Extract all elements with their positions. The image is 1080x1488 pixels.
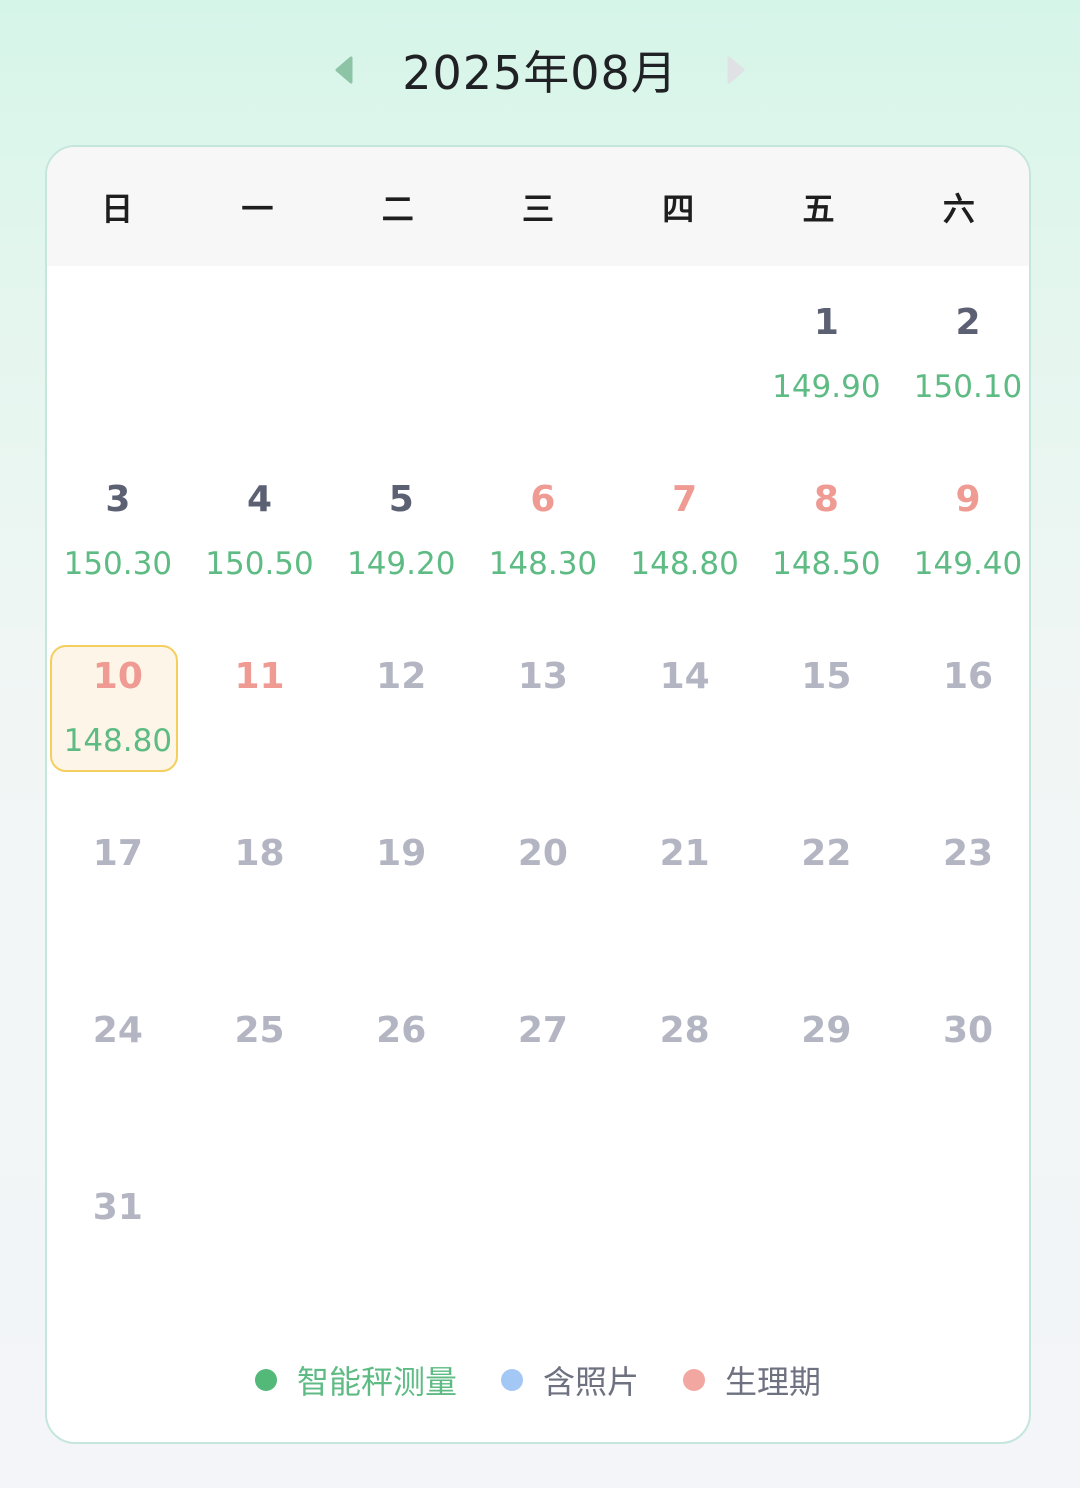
day-number: 27 [517, 1010, 568, 1051]
day-cell[interactable]: 20 [472, 797, 614, 974]
weight-value: 148.50 [772, 546, 881, 582]
weight-value: 149.90 [772, 369, 881, 405]
day-number: 3 [105, 479, 131, 520]
weight-value: 150.30 [63, 546, 173, 582]
day-cell[interactable]: 5 149.20 [330, 443, 472, 620]
weekday-mon: 一 [241, 189, 274, 228]
weekday-header: 日 一 二 三 四 五 六 [47, 147, 1029, 266]
day-cell[interactable]: 13 [472, 620, 614, 797]
day-cell[interactable]: 27 [472, 974, 614, 1151]
day-cell[interactable]: 26 [330, 974, 472, 1151]
weekday-wed: 三 [521, 189, 554, 228]
day-cell[interactable]: 18 [189, 797, 331, 974]
chevron-left-icon [335, 56, 353, 84]
prev-month-button[interactable] [324, 50, 364, 90]
day-cell[interactable]: 23 [897, 797, 1029, 974]
day-number: 28 [659, 1010, 710, 1051]
day-cell[interactable]: 15 [756, 620, 898, 797]
weight-value: 150.10 [913, 369, 1023, 405]
weekday-fri: 五 [802, 189, 835, 228]
day-number: 15 [801, 656, 852, 697]
day-number: 26 [376, 1010, 427, 1051]
legend-label-scale: 智能秤测量 [296, 1363, 457, 1401]
day-cell[interactable]: 8 148.50 [756, 443, 898, 620]
day-number: 18 [234, 833, 285, 874]
day-cell[interactable]: 22 [756, 797, 898, 974]
legend-item-scale: 智能秤测量 [254, 1357, 457, 1403]
day-cell[interactable]: 4 150.50 [189, 443, 331, 620]
weight-value: 150.50 [205, 546, 314, 582]
day-number: 23 [942, 833, 994, 874]
day-number: 25 [234, 1010, 285, 1051]
day-cell[interactable]: 9 149.40 [897, 443, 1029, 620]
day-number: 21 [659, 833, 710, 874]
weight-value: 148.30 [488, 546, 598, 582]
day-number: 7 [672, 479, 698, 520]
weekday-sat: 六 [942, 189, 975, 228]
day-cell[interactable]: 12 [330, 620, 472, 797]
day-cell[interactable]: 28 [614, 974, 756, 1151]
weight-value: 149.40 [913, 546, 1023, 582]
day-number: 31 [92, 1187, 143, 1228]
weight-value: 148.80 [63, 723, 173, 759]
day-cell[interactable]: 7 148.80 [614, 443, 756, 620]
weight-value: 148.80 [630, 546, 739, 582]
day-cell[interactable]: 24 [47, 974, 189, 1151]
legend-item-photo: 含照片 [500, 1357, 639, 1403]
day-number: 6 [530, 479, 556, 520]
day-number: 9 [955, 479, 981, 520]
day-number: 1 [813, 302, 839, 343]
next-month-button[interactable] [716, 50, 756, 90]
legend: 智能秤测量 含照片 生理期 [47, 1357, 1029, 1403]
day-cell[interactable]: 25 [189, 974, 331, 1151]
weekday-tue: 二 [381, 189, 414, 228]
day-cell[interactable]: 6 148.30 [472, 443, 614, 620]
day-number: 13 [517, 656, 568, 697]
legend-dot-scale [254, 1369, 277, 1391]
legend-dot-photo [500, 1369, 523, 1391]
month-header: 2025年08月 [0, 30, 1080, 110]
weekday-thu: 四 [662, 189, 695, 228]
day-number: 14 [659, 656, 710, 697]
day-number: 16 [942, 656, 994, 697]
day-number: 4 [247, 479, 273, 520]
day-number: 5 [388, 479, 414, 520]
day-number: 8 [813, 479, 839, 520]
day-number: 17 [92, 833, 143, 874]
legend-dot-period [683, 1369, 705, 1391]
day-number: 30 [942, 1010, 994, 1051]
legend-item-period: 生理期 [683, 1357, 821, 1403]
weekday-sun: 日 [101, 189, 134, 228]
day-cell[interactable]: 16 [897, 620, 1029, 797]
day-cell[interactable]: 19 [330, 797, 472, 974]
day-cell[interactable]: 2 150.10 [897, 266, 1029, 443]
day-number: 2 [955, 302, 981, 343]
day-cell-selected[interactable]: 10 148.80 [47, 620, 189, 797]
day-cell[interactable]: 11 [189, 620, 331, 797]
day-cell[interactable]: 30 [897, 974, 1029, 1151]
chevron-right-icon [727, 56, 745, 84]
legend-label-photo: 含照片 [542, 1363, 639, 1401]
day-cell[interactable]: 1 149.90 [756, 266, 898, 443]
day-number: 11 [234, 656, 285, 697]
day-cell[interactable]: 14 [614, 620, 756, 797]
day-cell[interactable]: 31 [47, 1151, 189, 1328]
day-cell[interactable]: 21 [614, 797, 756, 974]
day-cell[interactable]: 17 [47, 797, 189, 974]
day-number: 24 [92, 1010, 143, 1051]
month-title: 2025年08月 [402, 46, 678, 100]
day-number: 10 [92, 656, 143, 697]
day-number: 19 [376, 833, 427, 874]
day-cell[interactable]: 29 [756, 974, 898, 1151]
day-number: 29 [801, 1010, 852, 1051]
legend-label-period: 生理期 [725, 1363, 822, 1401]
weight-value: 149.20 [346, 546, 456, 582]
day-number: 12 [376, 656, 427, 697]
day-cell[interactable]: 3 150.30 [47, 443, 189, 620]
calendar-card: 日 一 二 三 四 五 六 1 149.90 2 150.10 3 150.30 4 150.… [45, 145, 1031, 1444]
day-number: 20 [517, 833, 568, 874]
day-number: 22 [801, 833, 852, 874]
